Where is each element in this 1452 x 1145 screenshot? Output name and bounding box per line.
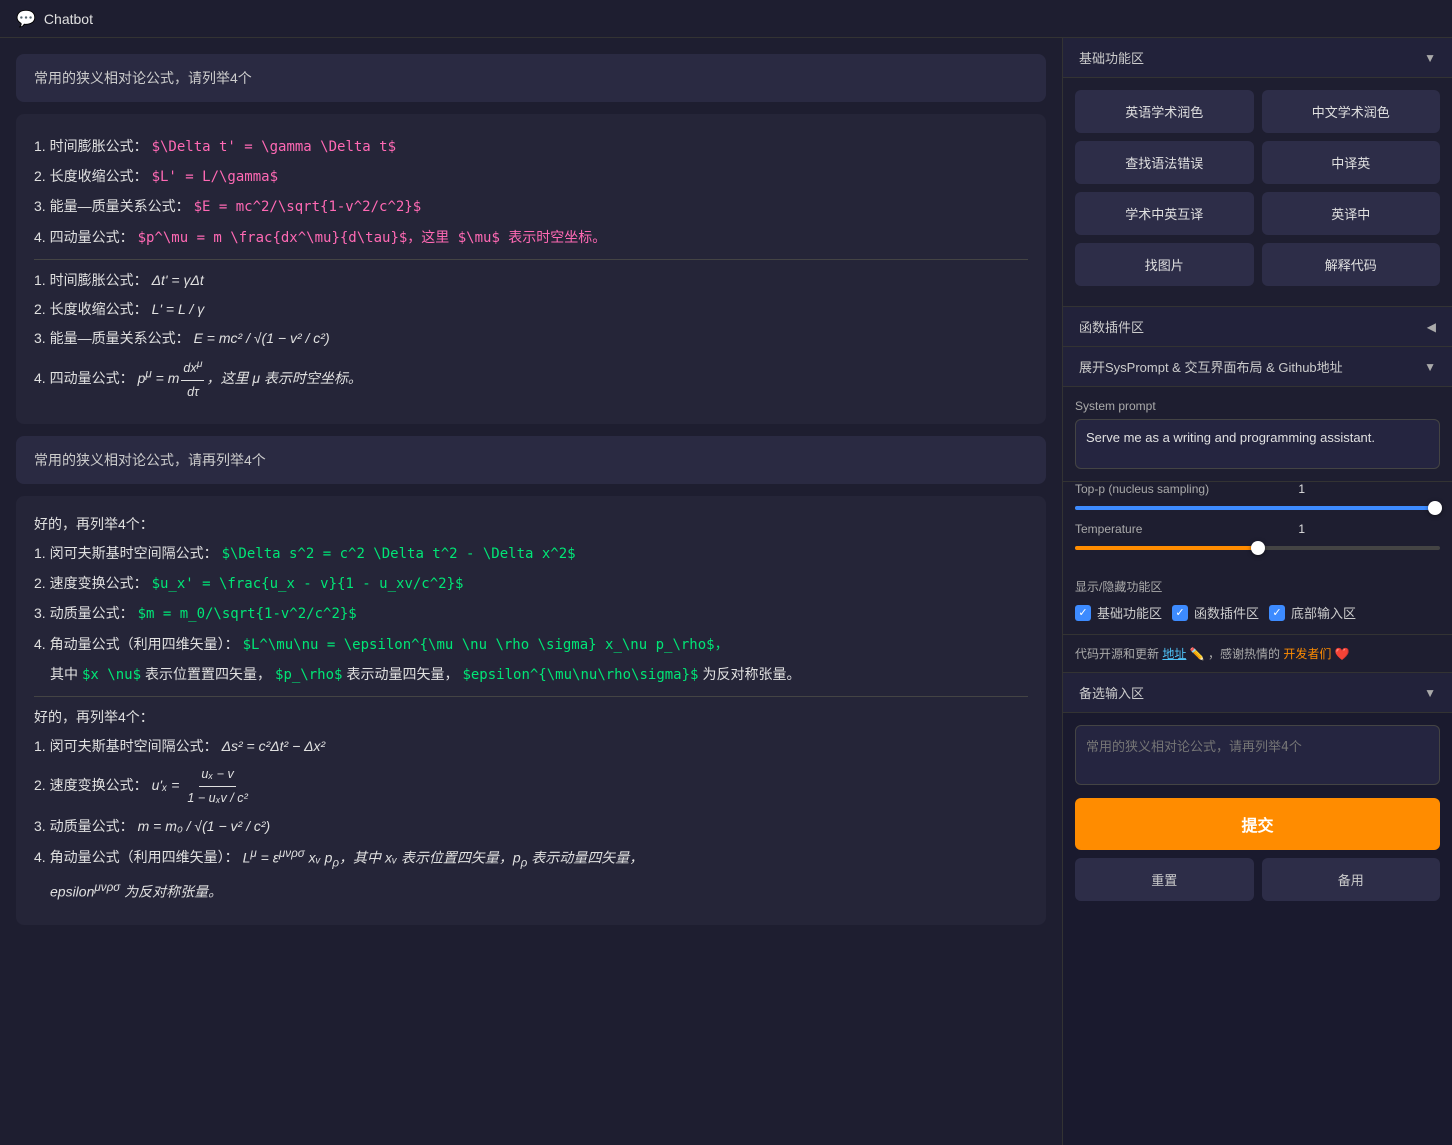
assistant-message-2: 好的，再列举4个： 1. 闵可夫斯基时空间隔公式： $\Delta s^2 = … <box>16 496 1046 925</box>
latex2-item-3: 3. 动质量公式： $m = m_0/\sqrt{1-v^2/c^2}$ <box>34 601 1028 627</box>
user-message-2: 常用的狭义相对论公式，请再列举4个 <box>16 436 1046 484</box>
rendered2-item-1: 1. 闵可夫斯基时空间隔公式： Δs² = c²Δt² − Δx² <box>34 734 1028 759</box>
alternate-input-body: 提交 重置 备用 <box>1063 713 1452 913</box>
latex2-item-1: 1. 闵可夫斯基时空间隔公式： $\Delta s^2 = c^2 \Delta… <box>34 541 1028 567</box>
top-p-fill <box>1075 506 1440 510</box>
sysprompt-body: System prompt Serve me as a writing and … <box>1063 387 1452 482</box>
btn-en-to-cn[interactable]: 英译中 <box>1262 192 1441 235</box>
temperature-thumb[interactable] <box>1251 541 1265 555</box>
app-header: 💬 Chatbot <box>0 0 1452 38</box>
checkbox-grid: ✓ 基础功能区 ✓ 函数插件区 ✓ 底部输入区 <box>1075 603 1440 622</box>
chatbot-icon: 💬 <box>16 9 36 29</box>
bottom-buttons: 重置 备用 <box>1075 858 1440 901</box>
basic-functions-header[interactable]: 基础功能区 ▼ <box>1063 38 1452 78</box>
top-p-track[interactable] <box>1075 506 1440 510</box>
rendered-item-3: 3. 能量—质量关系公式： E = mc² / √(1 − v² / c²) <box>34 326 1028 351</box>
checkbox-basic-box: ✓ <box>1075 605 1091 621</box>
chat-panel: 常用的狭义相对论公式，请列举4个 1. 时间膨胀公式： $\Delta t' =… <box>0 38 1062 1145</box>
user-message-1: 常用的狭义相对论公式，请列举4个 <box>16 54 1046 102</box>
latex-item-3: 3. 能量—质量关系公式： $E = mc^2/\sqrt{1-v^2/c^2}… <box>34 194 1028 220</box>
latex2-item-4-extra: 其中 $x \nu$ 表示位置置四矢量， $p_\rho$ 表示动量四矢量， $… <box>34 662 1028 688</box>
extra-button[interactable]: 备用 <box>1262 858 1441 901</box>
right-panel: 基础功能区 ▼ 英语学术润色 中文学术润色 查找语法错误 中译英 学术中英互译 … <box>1062 38 1452 1145</box>
reset-button[interactable]: 重置 <box>1075 858 1254 901</box>
rendered-item-1: 1. 时间膨胀公式： Δt' = γΔt <box>34 268 1028 293</box>
btn-en-polish[interactable]: 英语学术润色 <box>1075 90 1254 133</box>
btn-cn-polish[interactable]: 中文学术润色 <box>1262 90 1441 133</box>
checkbox-plugins[interactable]: ✓ 函数插件区 <box>1172 603 1259 622</box>
main-layout: 常用的狭义相对论公式，请列举4个 1. 时间膨胀公式： $\Delta t' =… <box>0 38 1452 1145</box>
btn-cn-to-en[interactable]: 中译英 <box>1262 141 1441 184</box>
system-prompt-text[interactable]: Serve me as a writing and programming as… <box>1075 419 1440 469</box>
rendered-item-2: 2. 长度收缩公式： L' = L / γ <box>34 297 1028 322</box>
rendered2-item-4-extra: epsilonμνρσ 为反对称张量。 <box>34 877 1028 905</box>
checkbox-input[interactable]: ✓ 底部输入区 <box>1269 603 1356 622</box>
alternate-arrow: ▼ <box>1424 686 1436 700</box>
contributors-link[interactable]: 开发者们 <box>1283 647 1331 661</box>
assistant-intro: 好的，再列举4个： <box>34 512 1028 537</box>
app-title: Chatbot <box>44 11 93 27</box>
sysprompt-header[interactable]: 展开SysPrompt & 交互界面布局 & Github地址 ▼ <box>1063 347 1452 387</box>
rendered-intro-2: 好的，再列举4个： <box>34 705 1028 730</box>
latex-item-4: 4. 四动量公式： $p^\mu = m \frac{dx^\mu}{d\tau… <box>34 225 1028 251</box>
rendered2-item-2: 2. 速度变换公式： u'ₓ = uₓ − v1 − uₓv / c² <box>34 763 1028 809</box>
checkbox-input-box: ✓ <box>1269 605 1285 621</box>
sliders-section: Top-p (nucleus sampling) 1 Temperature 1 <box>1063 482 1452 566</box>
sysprompt-arrow: ▼ <box>1424 360 1436 374</box>
latex2-item-2: 2. 速度变换公式： $u_x' = \frac{u_x - v}{1 - u_… <box>34 571 1028 597</box>
alternate-textarea[interactable] <box>1075 725 1440 785</box>
visibility-section: 显示/隐藏功能区 ✓ 基础功能区 ✓ 函数插件区 ✓ 底部输入区 <box>1063 566 1452 635</box>
rendered-item-4: 4. 四动量公式： pμ = mdxμdτ，这里 μ 表示时空坐标。 <box>34 355 1028 404</box>
basic-functions-arrow: ▼ <box>1424 51 1436 65</box>
rendered2-item-4: 4. 角动量公式（利用四维矢量）： Lμ = εμνρσ xᵥ pρ，其中 xᵥ… <box>34 843 1028 873</box>
btn-explain-code[interactable]: 解释代码 <box>1262 243 1441 286</box>
divider-2 <box>34 696 1028 697</box>
top-p-thumb[interactable] <box>1428 501 1442 515</box>
latex-item-2: 2. 长度收缩公式： $L' = L/\gamma$ <box>34 164 1028 190</box>
assistant-message-1: 1. 时间膨胀公式： $\Delta t' = \gamma \Delta t$… <box>16 114 1046 424</box>
checkbox-plugins-box: ✓ <box>1172 605 1188 621</box>
btn-find-image[interactable]: 找图片 <box>1075 243 1254 286</box>
latex-item-1: 1. 时间膨胀公式： $\Delta t' = \gamma \Delta t$ <box>34 134 1028 160</box>
function-plugins-header[interactable]: 函数插件区 ◀ <box>1063 307 1452 347</box>
latex2-item-4: 4. 角动量公式（利用四维矢量）： $L^\mu\nu = \epsilon^{… <box>34 632 1028 658</box>
submit-button[interactable]: 提交 <box>1075 798 1440 850</box>
btn-grammar[interactable]: 查找语法错误 <box>1075 141 1254 184</box>
alternate-input-header[interactable]: 备选输入区 ▼ <box>1063 673 1452 713</box>
top-p-row: Top-p (nucleus sampling) 1 <box>1075 482 1440 496</box>
checkbox-basic[interactable]: ✓ 基础功能区 <box>1075 603 1162 622</box>
source-link[interactable]: 地址 <box>1162 647 1186 661</box>
function-plugins-arrow: ◀ <box>1427 320 1436 334</box>
basic-functions-grid: 英语学术润色 中文学术润色 查找语法错误 中译英 学术中英互译 英译中 找图片 … <box>1075 90 1440 286</box>
rendered2-item-3: 3. 动质量公式： m = m₀ / √(1 − v² / c²) <box>34 814 1028 839</box>
divider-1 <box>34 259 1028 260</box>
links-section: 代码开源和更新 地址 ✏️ ，感谢热情的 开发者们 ❤️ <box>1063 635 1452 673</box>
temperature-row: Temperature 1 <box>1075 522 1440 536</box>
pencil-icon: ✏️ <box>1190 647 1205 661</box>
temperature-track[interactable] <box>1075 546 1440 550</box>
basic-functions-body: 英语学术润色 中文学术润色 查找语法错误 中译英 学术中英互译 英译中 找图片 … <box>1063 78 1452 307</box>
btn-academic-translate[interactable]: 学术中英互译 <box>1075 192 1254 235</box>
temperature-fill <box>1075 546 1258 550</box>
heart-icon: ❤️ <box>1335 647 1350 661</box>
